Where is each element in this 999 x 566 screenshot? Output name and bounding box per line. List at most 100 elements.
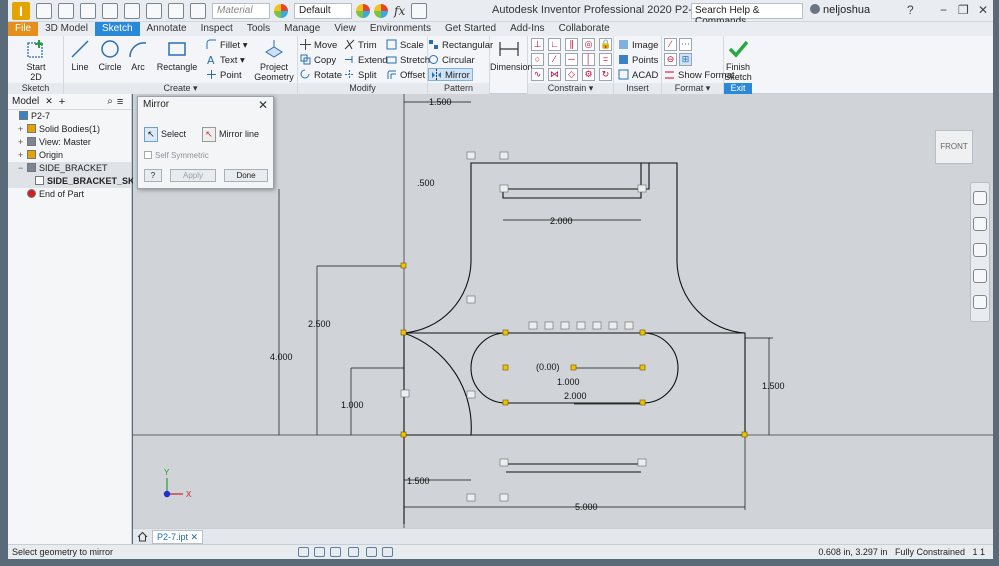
vertical-constraint-icon[interactable]: │ xyxy=(582,53,595,66)
self-symmetric-checkbox[interactable]: Self Symmetric xyxy=(144,151,209,160)
pan-icon[interactable] xyxy=(973,217,987,231)
add-browser-icon[interactable]: + xyxy=(59,96,65,108)
tree-item[interactable]: + View: Master xyxy=(8,136,131,149)
dim-000[interactable]: (0.00) xyxy=(536,362,560,372)
symmetric-constraint-icon[interactable]: ⋈ xyxy=(548,68,561,81)
insert-image-button[interactable]: Image xyxy=(618,39,658,52)
help-search-input[interactable]: Search Help & Commands... xyxy=(691,3,803,27)
dim-1500-bottom[interactable]: 1.500 xyxy=(407,476,430,486)
show-constraints-icon[interactable]: ◇ xyxy=(565,68,578,81)
part-profile[interactable] xyxy=(403,162,746,524)
tab-3d-model[interactable]: 3D Model xyxy=(38,22,95,36)
perpendicular-constraint-icon[interactable]: ∟ xyxy=(548,38,561,51)
dim-1000-left[interactable]: 1.000 xyxy=(341,400,364,410)
dimension-button[interactable]: Dimension xyxy=(490,38,533,72)
minimize-button[interactable]: − xyxy=(940,3,947,17)
open-file-icon[interactable] xyxy=(58,2,74,19)
snap-icon[interactable] xyxy=(314,547,325,557)
home-icon[interactable] xyxy=(146,2,162,19)
expand-toggle-icon[interactable]: − xyxy=(18,162,27,175)
dim-5000[interactable]: 5.000 xyxy=(575,502,598,512)
move-button[interactable]: Move xyxy=(300,39,337,52)
tree-item[interactable]: End of Part xyxy=(8,188,131,201)
trim-button[interactable]: Trim xyxy=(344,39,377,52)
horizontal-constraint-icon[interactable]: ─ xyxy=(565,53,578,66)
scale-button[interactable]: Scale xyxy=(386,39,424,52)
centerline-icon[interactable]: ⋯ xyxy=(679,38,692,51)
format-group-title[interactable]: Format ▾ xyxy=(662,83,723,94)
dim-500[interactable]: .500 xyxy=(417,178,435,188)
constraint-points[interactable] xyxy=(400,262,748,438)
adjust-appearance-icon[interactable] xyxy=(374,3,388,18)
rectangle-button[interactable]: Rectangle xyxy=(154,38,200,72)
constraint-glyphs[interactable] xyxy=(400,151,647,502)
rotate-button[interactable]: Rotate xyxy=(300,69,342,82)
home-icon[interactable] xyxy=(137,531,148,542)
orbit-icon[interactable] xyxy=(973,269,987,283)
parameters-fx-button[interactable]: fx xyxy=(394,4,405,18)
constrain-group-title[interactable]: Constrain ▾ xyxy=(528,83,613,94)
copy-button[interactable]: Copy xyxy=(300,54,336,67)
collinear-constraint-icon[interactable]: ⁄ xyxy=(548,53,561,66)
project-geometry-button[interactable]: Project Geometry xyxy=(252,38,296,82)
close-icon[interactable]: ✕ xyxy=(258,98,268,112)
tree-item[interactable]: P2-7 xyxy=(8,110,131,123)
split-button[interactable]: Split xyxy=(344,69,376,82)
zoom-icon[interactable] xyxy=(973,243,987,257)
help-button[interactable]: ? xyxy=(907,3,914,17)
relax-mode-icon[interactable]: ↻ xyxy=(599,68,612,81)
viewcube[interactable]: FRONT xyxy=(935,130,973,164)
tab-tools[interactable]: Tools xyxy=(240,22,277,36)
search-icon[interactable]: ⌕ xyxy=(107,96,113,107)
smooth-constraint-icon[interactable]: ∿ xyxy=(531,68,544,81)
constraint-inference-icon[interactable] xyxy=(330,547,341,557)
extend-button[interactable]: Extend xyxy=(344,54,388,67)
circle-button[interactable]: Circle xyxy=(96,38,124,72)
undo-icon[interactable] xyxy=(102,2,118,19)
inventor-logo-icon[interactable]: I xyxy=(12,1,30,20)
dim-2500[interactable]: 2.500 xyxy=(308,319,331,329)
save-icon[interactable] xyxy=(80,2,96,19)
expand-toggle-icon[interactable]: + xyxy=(18,123,27,136)
sketch-doctor-icon[interactable] xyxy=(366,547,377,557)
mirror-select-button[interactable]: ↖ Select xyxy=(144,127,186,142)
rectangular-pattern-button[interactable]: Rectangular xyxy=(428,39,493,52)
tab-view[interactable]: View xyxy=(327,22,363,36)
dim-1500-top[interactable]: 1.500 xyxy=(429,97,452,107)
tab-add-ins[interactable]: Add-Ins xyxy=(503,22,551,36)
mirror-button[interactable]: Mirror xyxy=(428,68,473,81)
circular-pattern-button[interactable]: Circular xyxy=(428,54,475,67)
line-button[interactable]: Line xyxy=(66,38,94,72)
material-dropdown[interactable]: Material xyxy=(212,2,270,19)
expand-toggle-icon[interactable]: + xyxy=(18,136,27,149)
appearance-dropdown[interactable]: Default xyxy=(294,2,352,19)
fillet-button[interactable]: Fillet ▾ xyxy=(206,39,247,52)
close-tab-icon[interactable]: ✕ xyxy=(45,96,53,107)
done-button[interactable]: Done xyxy=(224,169,268,182)
apply-button[interactable]: Apply xyxy=(170,169,216,182)
parallel-constraint-icon[interactable]: ∥ xyxy=(565,38,578,51)
tab-inspect[interactable]: Inspect xyxy=(194,22,240,36)
arc-button[interactable]: Arc xyxy=(124,38,152,72)
restore-button[interactable]: ❐ xyxy=(958,3,969,17)
create-group-title[interactable]: Create ▾ xyxy=(64,83,297,94)
fix-constraint-icon[interactable]: 🔒 xyxy=(599,38,612,51)
offset-button[interactable]: Offset xyxy=(386,69,425,82)
tab-collaborate[interactable]: Collaborate xyxy=(552,22,617,36)
text-button[interactable]: A Text ▾ xyxy=(206,54,245,67)
help-icon[interactable]: ? xyxy=(144,169,162,182)
tree-item[interactable]: SIDE_BRACKET_SKETCH xyxy=(8,175,159,188)
redo-icon[interactable] xyxy=(124,2,140,19)
new-file-icon[interactable] xyxy=(36,2,52,19)
tab-sketch[interactable]: Sketch xyxy=(94,22,140,36)
steering-wheel-icon[interactable] xyxy=(973,191,987,205)
look-at-icon[interactable] xyxy=(973,295,987,309)
mirror-line-button[interactable]: ↖ Mirror line xyxy=(202,127,259,142)
close-button[interactable]: ✕ xyxy=(978,3,988,17)
tab-manage[interactable]: Manage xyxy=(277,22,327,36)
dim-2000-top[interactable]: 2.000 xyxy=(550,216,573,226)
dim-2000-slot[interactable]: 2.000 xyxy=(564,391,587,401)
clear-appearance-icon[interactable] xyxy=(356,3,370,18)
tree-item[interactable]: − SIDE_BRACKET xyxy=(8,162,131,175)
driven-dimension-icon[interactable]: ⊞ xyxy=(679,53,692,66)
